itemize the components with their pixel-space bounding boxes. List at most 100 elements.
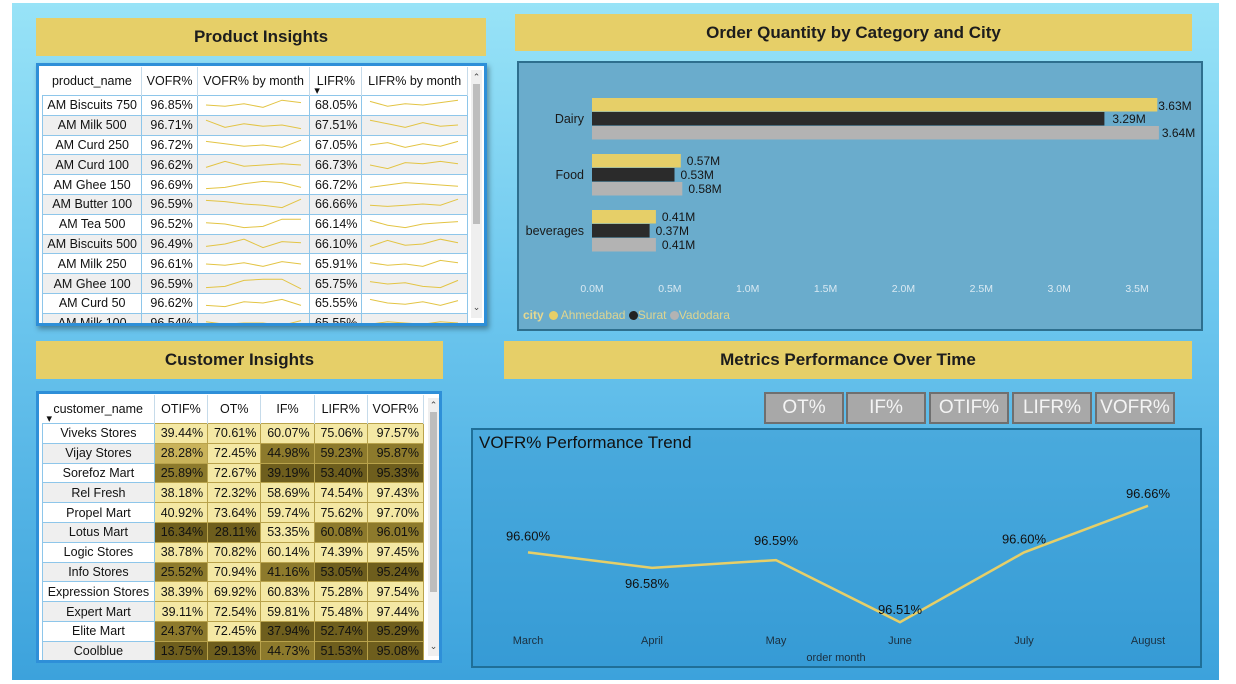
sort-desc-icon[interactable]: ▾ (314, 84, 320, 97)
lifr-cell: 66.66% (309, 193, 363, 215)
table-row[interactable]: Expression Stores 38.39% 69.92% 60.83% 75.28… (42, 581, 425, 603)
table-row[interactable]: AM Tea 500 96.52% 66.14% (41, 213, 468, 235)
column-header-2[interactable]: VOFR% by month (197, 67, 311, 96)
metric-button-otif[interactable]: OTIF% (929, 392, 1009, 424)
metric-cell: 38.78% (153, 541, 209, 563)
column-header-0[interactable]: customer_name ▾ (42, 395, 155, 425)
product-name-cell: AM Milk 250 (41, 253, 143, 275)
column-header-4[interactable]: LIFR% (314, 395, 368, 424)
bar-ahmedabad-food (592, 154, 681, 168)
table-row[interactable]: AM Milk 250 96.61% 65.91% (41, 253, 468, 275)
metric-button-ot[interactable]: OT% (764, 392, 844, 424)
column-header-3[interactable]: LIFR% ▾ (309, 67, 363, 97)
scroll-down-icon[interactable]: ⌄ (428, 641, 439, 651)
lifr-by-month-cell (361, 292, 468, 314)
metric-cell: 72.67% (207, 462, 262, 484)
scroll-up-icon[interactable]: ⌃ (471, 72, 482, 82)
column-header-1[interactable]: OTIF% (154, 395, 209, 424)
lifr-by-month-cell (361, 233, 468, 255)
table-row[interactable]: Coolblue 13.75% 29.13% 44.73% 51.53% 95.08% (42, 640, 425, 660)
point-label: 96.51% (878, 602, 923, 617)
data-label: 0.58M (688, 182, 721, 196)
sort-desc-icon[interactable]: ▾ (47, 412, 53, 425)
sparkline-path (205, 278, 302, 289)
column-header-4[interactable]: LIFR% by month (361, 67, 468, 96)
metric-cell: 52.74% (313, 620, 368, 642)
category-label: beverages (526, 224, 584, 238)
vofr-cell: 96.62% (141, 154, 198, 176)
column-header-3[interactable]: IF% (260, 395, 315, 424)
bar-surat-food (592, 168, 675, 182)
metric-cell: 74.39% (313, 541, 368, 563)
table-row[interactable]: Expert Mart 39.11% 72.54% 59.81% 75.48% 97.44… (42, 601, 425, 622)
table-row[interactable]: AM Milk 100 96.54% 65.55% (41, 312, 468, 323)
sparkline (205, 160, 301, 168)
order-quantity-title: Order Quantity by Category and City (515, 14, 1192, 51)
table-row[interactable]: Viveks Stores 39.44% 70.61% 60.07% 75.06% 97.… (42, 423, 425, 444)
sparkline (205, 278, 302, 289)
column-header-0[interactable]: product_name (42, 67, 143, 96)
metric-cell: 75.28% (313, 581, 368, 603)
product-name-cell: AM Curd 50 (41, 292, 143, 314)
table-row[interactable]: AM Ghee 100 96.59% 65.75% (41, 273, 468, 294)
bar-surat-dairy (592, 112, 1105, 126)
table-row[interactable]: AM Butter 100 96.59% 66.66% (41, 193, 468, 215)
table-row[interactable]: AM Biscuits 750 96.85% 68.05% (41, 95, 468, 116)
sparkline-path (205, 199, 301, 209)
product-table-scrollbar[interactable]: ⌃ ⌄ (471, 70, 482, 318)
vofr-by-month-cell (196, 193, 311, 215)
scroll-thumb[interactable] (473, 84, 480, 224)
lifr-cell: 67.05% (309, 134, 363, 156)
customer-insights-table-panel[interactable]: customer_name ▾ OTIF% OT% IF% LIFR% VOFR% Vive… (36, 391, 442, 663)
legend-title: city (523, 308, 544, 322)
customer-name-cell: Info Stores (42, 561, 155, 583)
metric-button-vofr[interactable]: VOFR% (1095, 392, 1175, 424)
customer-table-scrollbar[interactable]: ⌃ ⌄ (428, 398, 439, 656)
vofr-trend-panel: VOFR% Performance Trend 96.60% 96.58% 96.5… (471, 428, 1202, 668)
scroll-up-icon[interactable]: ⌃ (428, 400, 439, 410)
table-row[interactable]: AM Curd 100 96.62% 66.73% (41, 154, 468, 176)
metric-cell: 13.75% (153, 640, 209, 660)
table-row[interactable]: AM Ghee 150 96.69% 66.72% (41, 174, 468, 195)
product-insights-table-panel[interactable]: product_name VOFR% VOFR% by month LIFR% ▾ LIF… (36, 63, 487, 326)
table-row[interactable]: Logic Stores 38.78% 70.82% 60.14% 74.39% 97.4… (42, 541, 425, 563)
table-row[interactable]: AM Biscuits 500 96.49% 66.10% (41, 233, 468, 255)
sparkline-path (205, 299, 301, 308)
scroll-thumb[interactable] (430, 412, 437, 592)
table-row[interactable]: AM Curd 250 96.72% 67.05% (41, 134, 468, 156)
table-row[interactable]: Vijay Stores 28.28% 72.45% 44.98% 59.23% 95.8… (42, 442, 425, 464)
table-row[interactable]: AM Curd 50 96.62% 65.55% (41, 292, 468, 314)
sparkline (205, 100, 301, 109)
metric-cell: 60.08% (313, 521, 368, 543)
sparkline-path (205, 139, 301, 148)
x-tick-label: July (1014, 635, 1034, 647)
column-header-2[interactable]: OT% (207, 395, 262, 424)
legend-surat[interactable]: Surat (638, 308, 667, 322)
metric-cell: 72.45% (207, 442, 262, 464)
metric-cell: 38.18% (153, 482, 209, 504)
table-row[interactable]: AM Milk 500 96.71% 67.51% (41, 114, 468, 136)
x-tick-label: May (766, 635, 787, 647)
table-row[interactable]: Lotus Mart 16.34% 28.11% 53.35% 60.08% 96.01% (42, 521, 425, 543)
metric-cell: 16.34% (153, 521, 209, 543)
metric-button-if[interactable]: IF% (846, 392, 926, 424)
metric-cell: 28.11% (207, 521, 262, 543)
metric-cell: 29.13% (207, 640, 262, 660)
table-row[interactable]: Info Stores 25.52% 70.94% 41.16% 53.05% 95.24… (42, 561, 425, 583)
point-label: 96.59% (754, 533, 799, 548)
data-label: 0.41M (662, 238, 695, 252)
legend-vadodara[interactable]: Vadodara (679, 308, 730, 322)
table-row[interactable]: Rel Fresh 38.18% 72.32% 58.69% 74.54% 97.43% (42, 482, 425, 504)
lifr-cell: 66.73% (309, 154, 363, 176)
table-row[interactable]: Propel Mart 40.92% 73.64% 59.74% 75.62% 97.70… (42, 502, 425, 523)
metric-cell: 24.37% (153, 620, 209, 642)
column-header-5[interactable]: VOFR% (367, 395, 425, 424)
column-header-1[interactable]: VOFR% (141, 67, 198, 96)
scroll-down-icon[interactable]: ⌄ (471, 302, 482, 312)
point-label: 96.60% (1002, 531, 1047, 546)
table-row[interactable]: Sorefoz Mart 25.89% 72.67% 39.19% 53.40% 95.3… (42, 462, 425, 484)
table-row[interactable]: Elite Mart 24.37% 72.45% 37.94% 52.74% 95.29% (42, 620, 425, 642)
metric-button-lifr[interactable]: LIFR% (1012, 392, 1092, 424)
customer-name-cell: Vijay Stores (42, 442, 155, 464)
legend-ahmedabad[interactable]: Ahmedabad (561, 308, 626, 322)
